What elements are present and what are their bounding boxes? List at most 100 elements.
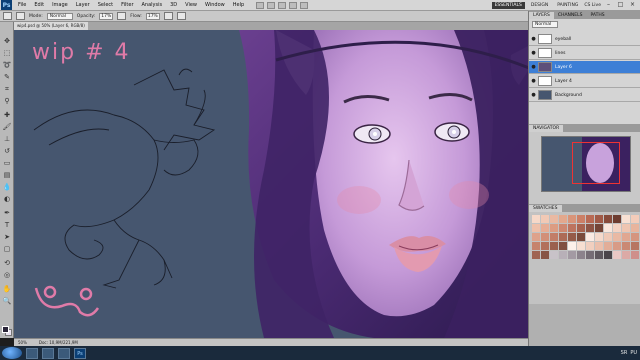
swatch[interactable]: [631, 251, 639, 259]
swatch[interactable]: [586, 242, 594, 250]
swatch[interactable]: [541, 233, 549, 241]
history-brush-tool-icon[interactable]: ↺: [2, 146, 12, 156]
type-tool-icon[interactable]: T: [2, 220, 12, 230]
tab-paths[interactable]: PATHS: [586, 11, 609, 19]
swatch[interactable]: [631, 215, 639, 223]
mini-bridge-icon[interactable]: [267, 1, 276, 9]
clone-stamp-tool-icon[interactable]: ⊥: [2, 134, 12, 144]
pen-tool-icon[interactable]: ✒: [2, 208, 12, 218]
swatch[interactable]: [550, 251, 558, 259]
menu-edit[interactable]: Edit: [30, 2, 48, 8]
swatch[interactable]: [568, 242, 576, 250]
browser-icon[interactable]: [58, 347, 70, 359]
menu-image[interactable]: Image: [48, 2, 72, 8]
swatch[interactable]: [541, 215, 549, 223]
swatch[interactable]: [568, 224, 576, 232]
crop-tool-icon[interactable]: ⌗: [2, 84, 12, 94]
swatch[interactable]: [595, 215, 603, 223]
lasso-tool-icon[interactable]: ➰: [2, 60, 12, 70]
shape-tool-icon[interactable]: ▢: [2, 244, 12, 254]
menu-help[interactable]: Help: [229, 2, 248, 8]
document-tab[interactable]: wip4.psd @ 50% (Layer 6, RGB/8): [14, 22, 88, 30]
swatch[interactable]: [631, 233, 639, 241]
layer-row[interactable]: ● Background: [529, 89, 640, 102]
hand-icon[interactable]: [289, 1, 298, 9]
eye-icon[interactable]: ●: [529, 78, 538, 84]
eye-icon[interactable]: ●: [529, 36, 538, 42]
close-icon[interactable]: ×: [628, 1, 637, 9]
swatch[interactable]: [559, 242, 567, 250]
swatch[interactable]: [622, 233, 630, 241]
status-zoom[interactable]: 50%: [18, 340, 27, 345]
swatch[interactable]: [595, 251, 603, 259]
brush-preset-icon[interactable]: [3, 12, 12, 20]
swatch[interactable]: [622, 215, 630, 223]
swatch[interactable]: [577, 242, 585, 250]
swatch[interactable]: [586, 251, 594, 259]
marquee-tool-icon[interactable]: ⬚: [2, 48, 12, 58]
swatch[interactable]: [613, 215, 621, 223]
layer-row-selected[interactable]: ● Layer 6: [529, 61, 640, 74]
menu-file[interactable]: File: [14, 2, 30, 8]
media-player-icon[interactable]: [42, 347, 54, 359]
menu-select[interactable]: Select: [94, 2, 117, 8]
swatch[interactable]: [613, 251, 621, 259]
zoom-tool-icon[interactable]: 🔍: [2, 296, 12, 306]
maximize-icon[interactable]: □: [616, 1, 625, 9]
3d-orbit-tool-icon[interactable]: ◎: [2, 270, 12, 280]
menu-view[interactable]: View: [181, 2, 201, 8]
swatch[interactable]: [568, 233, 576, 241]
swatch[interactable]: [532, 251, 540, 259]
cs-live-button[interactable]: CS Live: [584, 3, 601, 8]
swatch[interactable]: [559, 224, 567, 232]
swatch[interactable]: [532, 233, 540, 241]
start-button-icon[interactable]: [2, 347, 22, 359]
swatch[interactable]: [622, 224, 630, 232]
eye-icon[interactable]: ●: [529, 92, 538, 98]
swatch[interactable]: [568, 215, 576, 223]
tab-layers[interactable]: LAYERS: [529, 11, 554, 19]
arrange-documents-icon[interactable]: [300, 1, 309, 9]
swatch[interactable]: [577, 215, 585, 223]
airbrush-icon[interactable]: [163, 12, 173, 20]
swatch[interactable]: [604, 224, 612, 232]
mode-select[interactable]: Normal: [46, 12, 73, 20]
brush-panel-icon[interactable]: [16, 12, 25, 20]
swatch[interactable]: [613, 224, 621, 232]
swatch[interactable]: [604, 251, 612, 259]
swatch[interactable]: [541, 251, 549, 259]
pressure-opacity-icon[interactable]: [117, 12, 127, 20]
swatch[interactable]: [595, 242, 603, 250]
move-tool-icon[interactable]: ✥: [2, 36, 12, 46]
swatch[interactable]: [586, 224, 594, 232]
zoom-level-icon[interactable]: [278, 1, 287, 9]
hand-tool-icon[interactable]: ✋: [2, 284, 12, 294]
quick-select-tool-icon[interactable]: ✎: [2, 72, 12, 82]
swatch[interactable]: [604, 242, 612, 250]
swatch[interactable]: [577, 251, 585, 259]
swatch[interactable]: [550, 233, 558, 241]
swatch[interactable]: [550, 215, 558, 223]
layer-row[interactable]: ● Layer 4: [529, 75, 640, 88]
swatch[interactable]: [586, 233, 594, 241]
bridge-icon[interactable]: [256, 1, 265, 9]
swatch[interactable]: [577, 233, 585, 241]
eyedropper-tool-icon[interactable]: ⚲: [2, 96, 12, 106]
workspace-design[interactable]: DESIGN: [528, 2, 551, 9]
photoshop-taskbar-icon[interactable]: Ps: [74, 347, 86, 359]
gradient-tool-icon[interactable]: ▤: [2, 170, 12, 180]
swatch[interactable]: [622, 251, 630, 259]
blend-mode-select[interactable]: Normal: [532, 20, 558, 28]
document-canvas[interactable]: wip # 4: [14, 30, 528, 338]
dodge-tool-icon[interactable]: ◐: [2, 194, 12, 204]
menu-filter[interactable]: Filter: [117, 2, 137, 8]
tab-navigator[interactable]: NAVIGATOR: [529, 124, 564, 132]
pressure-size-icon[interactable]: [176, 12, 186, 20]
foreground-color-swatch[interactable]: [2, 326, 9, 333]
swatch[interactable]: [532, 242, 540, 250]
swatch[interactable]: [604, 215, 612, 223]
language-indicator[interactable]: SR: [621, 350, 628, 356]
swatch[interactable]: [559, 251, 567, 259]
swatch[interactable]: [532, 215, 540, 223]
navigator-view-box[interactable]: [572, 142, 620, 184]
